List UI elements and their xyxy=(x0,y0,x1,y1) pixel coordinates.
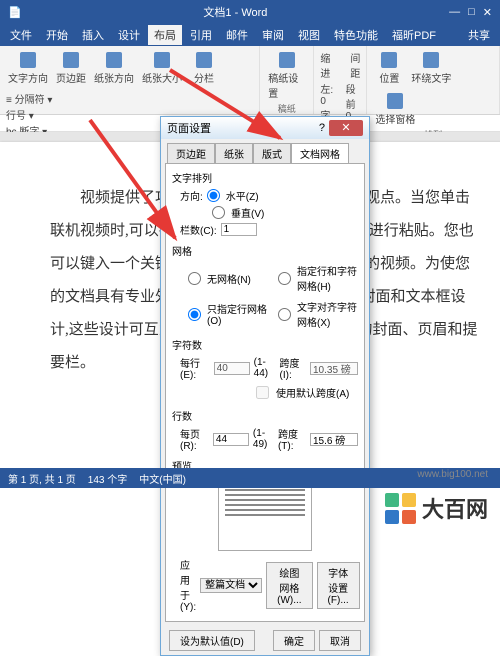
dtab-paper[interactable]: 纸张 xyxy=(215,143,253,163)
wrap-icon xyxy=(423,52,439,68)
page-setup-dialog: 页面设置 ? ✕ 页边距 纸张 版式 文档网格 文字排列 方向: 水平(Z) 垂… xyxy=(160,116,370,656)
dtab-grid[interactable]: 文档网格 xyxy=(291,143,349,163)
tab-file[interactable]: 文件 xyxy=(4,25,38,45)
section-char-count: 字符数 xyxy=(172,337,358,352)
dtab-layout[interactable]: 版式 xyxy=(253,143,291,163)
tab-design[interactable]: 设计 xyxy=(112,25,146,45)
window-titlebar: 📄 文档1 - Word — □ ✕ xyxy=(0,0,500,24)
share-button[interactable]: 共享 xyxy=(462,25,496,45)
maximize-button[interactable]: □ xyxy=(468,6,475,19)
apply-to-select[interactable]: 整篇文档 xyxy=(200,578,262,593)
radio-horizontal[interactable] xyxy=(207,189,220,202)
document-title: 文档1 - Word xyxy=(22,4,449,20)
tab-home[interactable]: 开始 xyxy=(40,25,74,45)
section-text-arrange: 文字排列 xyxy=(172,170,358,185)
margins-button[interactable]: 页边距 xyxy=(54,50,88,87)
ok-button[interactable]: 确定 xyxy=(273,630,315,651)
draw-grid-button[interactable]: 绘图网格(W)... xyxy=(266,562,312,609)
columns-icon xyxy=(196,52,212,68)
radio-vertical[interactable] xyxy=(212,206,225,219)
group-paragraph: 缩进间距 左: 0 字符 段前 0 行 右: 0 字符 段后 0 行 段落 xyxy=(314,46,367,114)
use-default-pitch-check xyxy=(256,386,269,399)
app-icon: 📄 xyxy=(8,6,22,19)
group-arrange: 位置 环绕文字 选择窗格 排列 xyxy=(367,46,500,114)
dtab-margins[interactable]: 页边距 xyxy=(167,143,215,163)
tab-mailings[interactable]: 邮件 xyxy=(220,25,254,45)
group-paper: 稿纸设置 稿纸 xyxy=(260,46,314,114)
font-settings-button[interactable]: 字体设置(F)... xyxy=(317,562,360,609)
position-icon xyxy=(381,52,397,68)
text-direction-button[interactable]: 文字方向 xyxy=(6,50,50,87)
tab-layout[interactable]: 布局 xyxy=(148,25,182,45)
wrap-text-button[interactable]: 环绕文字 xyxy=(409,50,453,87)
ribbon: 文字方向 页边距 纸张方向 纸张大小 分栏 ≡ 分隔符 ▾ 行号 ▾ bc 断字… xyxy=(0,46,500,115)
radio-align-char-grid[interactable] xyxy=(278,308,291,321)
radio-line-grid-only[interactable] xyxy=(188,308,201,321)
dialog-body: 文字排列 方向: 水平(Z) 垂直(V) 栏数(C): 网格 无网格(N) 指定… xyxy=(165,163,365,622)
preview-box xyxy=(218,477,312,551)
position-button[interactable]: 位置 xyxy=(373,50,405,87)
group-label: 稿纸 xyxy=(266,102,307,115)
margins-icon xyxy=(63,52,79,68)
columns-input[interactable] xyxy=(221,223,257,236)
watermark-url: www.big100.net xyxy=(417,469,488,480)
dialog-title: 页面设置 xyxy=(167,120,211,136)
line-pitch-input[interactable] xyxy=(310,433,358,446)
brand-watermark: 大百网 xyxy=(385,492,488,524)
ribbon-tabs: 文件 开始 插入 设计 布局 引用 邮件 审阅 视图 特色功能 福昕PDF 共享 xyxy=(0,24,500,46)
size-icon xyxy=(154,52,170,68)
section-grid: 网格 xyxy=(172,243,358,258)
breaks-button[interactable]: ≡ 分隔符 ▾ xyxy=(6,91,52,106)
dialog-footer: 设为默认值(D) 确定 取消 xyxy=(161,626,369,655)
group-page-setup: 文字方向 页边距 纸张方向 纸张大小 分栏 ≡ 分隔符 ▾ 行号 ▾ bc 断字… xyxy=(0,46,260,114)
size-button[interactable]: 纸张大小 xyxy=(140,50,184,87)
paper-icon xyxy=(279,52,295,68)
close-button[interactable]: ✕ xyxy=(483,6,492,19)
tab-special[interactable]: 特色功能 xyxy=(328,25,384,45)
selection-pane-button[interactable]: 选择窗格 xyxy=(373,91,417,128)
chars-per-line-input xyxy=(214,362,250,375)
selection-icon xyxy=(387,93,403,109)
dialog-titlebar: 页面设置 ? ✕ xyxy=(161,117,369,139)
char-pitch-input xyxy=(310,362,358,375)
status-page[interactable]: 第 1 页, 共 1 页 xyxy=(8,471,76,486)
tab-references[interactable]: 引用 xyxy=(184,25,218,45)
columns-button[interactable]: 分栏 xyxy=(188,50,220,87)
cancel-button[interactable]: 取消 xyxy=(319,630,361,651)
line-numbers-button[interactable]: 行号 ▾ xyxy=(6,107,52,122)
text-direction-icon xyxy=(20,52,36,68)
window-controls: — □ ✕ xyxy=(449,6,492,19)
brand-icon xyxy=(385,493,416,524)
dialog-help-button[interactable]: ? xyxy=(319,122,325,134)
radio-no-grid[interactable] xyxy=(188,272,201,285)
dialog-tabs: 页边距 纸张 版式 文档网格 xyxy=(161,139,369,163)
orientation-button[interactable]: 纸张方向 xyxy=(92,50,136,87)
orientation-icon xyxy=(106,52,122,68)
tab-view[interactable]: 视图 xyxy=(292,25,326,45)
section-line-count: 行数 xyxy=(172,408,358,423)
dialog-close-button[interactable]: ✕ xyxy=(329,120,363,136)
tab-pdf[interactable]: 福昕PDF xyxy=(386,25,442,45)
tab-insert[interactable]: 插入 xyxy=(76,25,110,45)
status-language[interactable]: 中文(中国) xyxy=(139,471,186,486)
brand-text: 大百网 xyxy=(422,492,488,524)
set-default-button[interactable]: 设为默认值(D) xyxy=(169,630,255,651)
lines-per-page-input[interactable] xyxy=(213,433,249,446)
radio-line-char-grid[interactable] xyxy=(278,272,291,285)
minimize-button[interactable]: — xyxy=(449,6,460,19)
paper-settings-button[interactable]: 稿纸设置 xyxy=(266,50,307,102)
status-word-count[interactable]: 143 个字 xyxy=(88,471,127,486)
tab-review[interactable]: 审阅 xyxy=(256,25,290,45)
